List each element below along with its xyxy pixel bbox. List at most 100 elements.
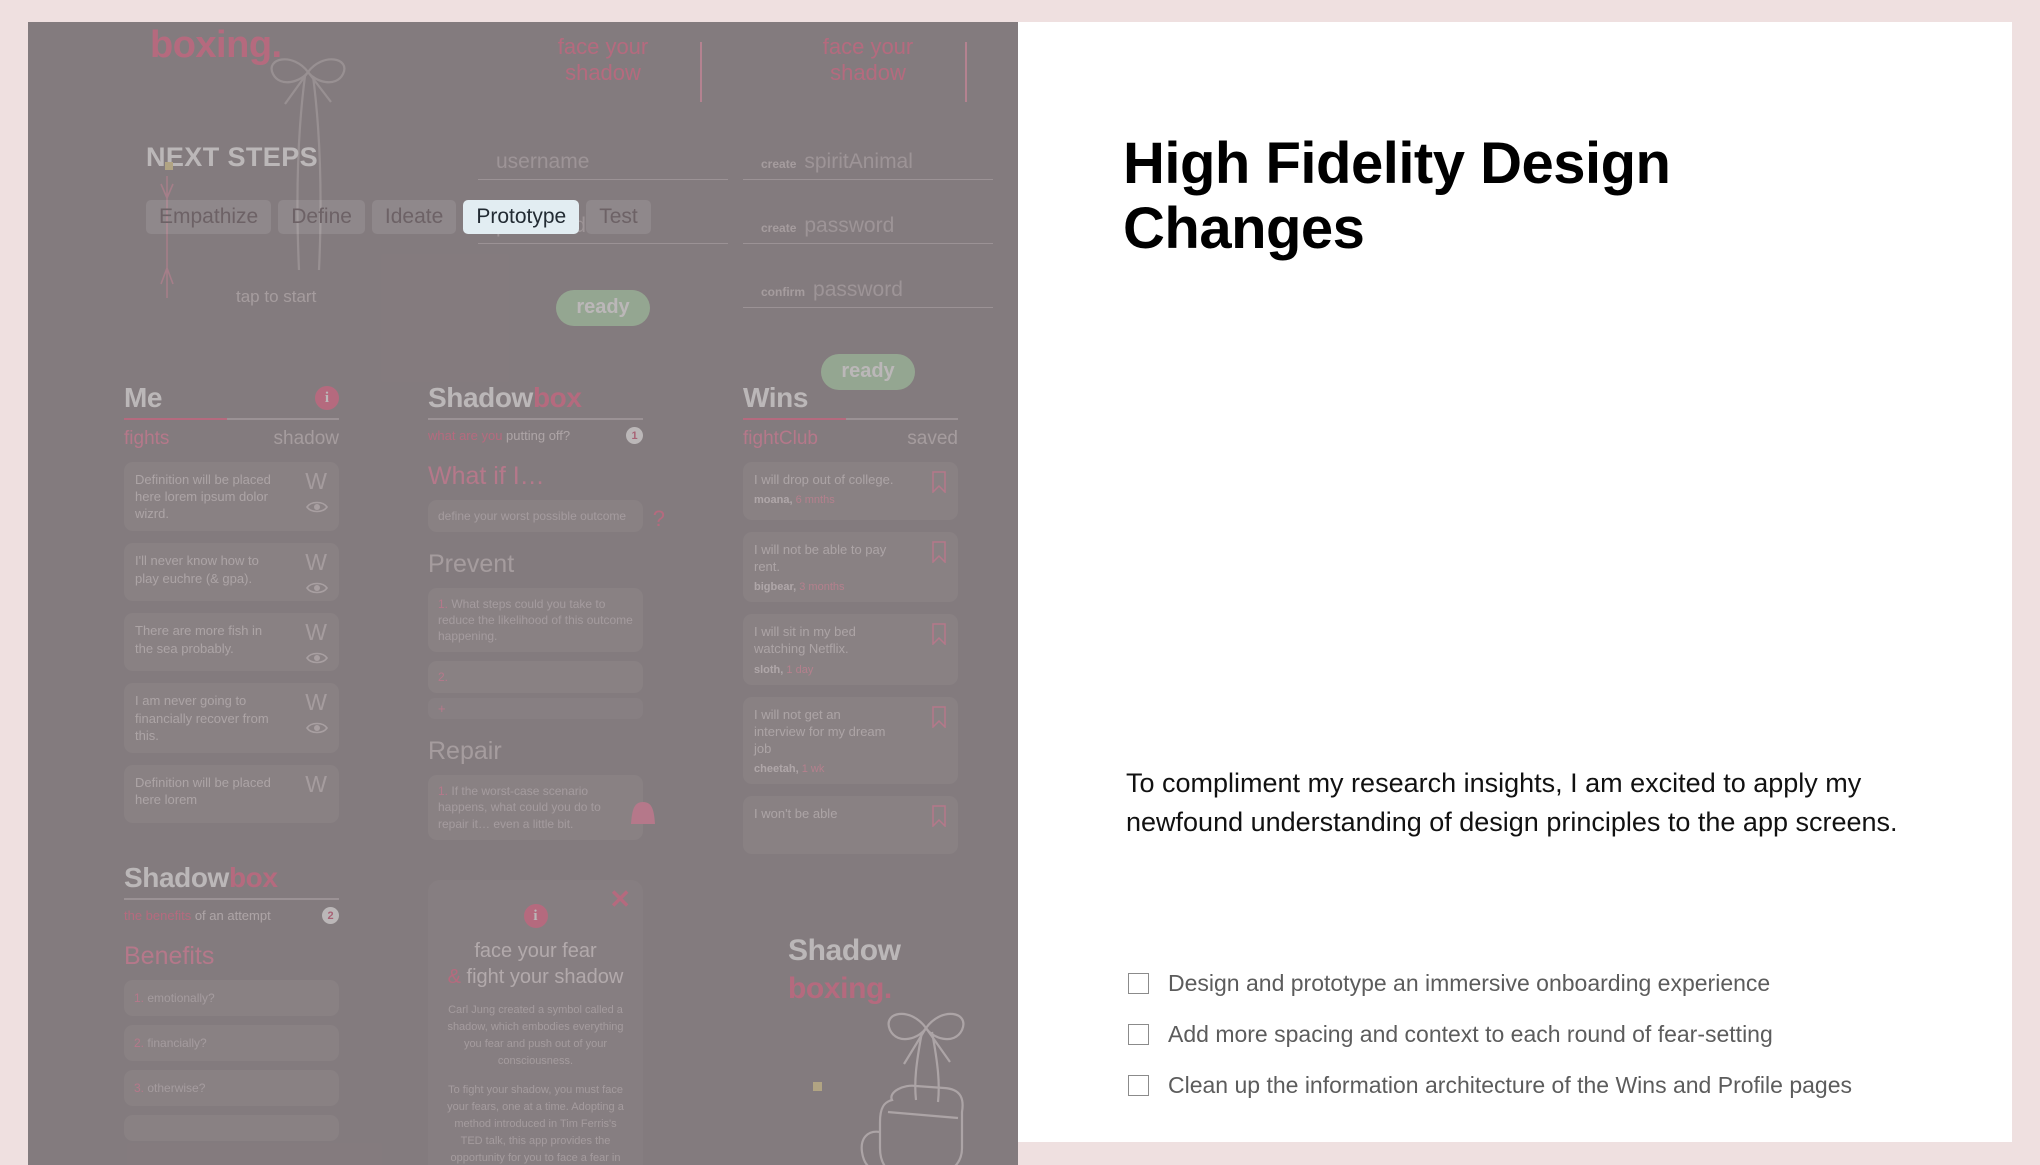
checkbox[interactable] (1128, 973, 1149, 994)
heading-shadow: Shadow (428, 382, 533, 413)
design-process-tabs[interactable]: Empathize Define Ideate Prototype Test (146, 200, 651, 234)
card-author: bigbear, (754, 581, 797, 594)
yellow-marker (813, 1082, 822, 1091)
item-text: financially? (147, 1036, 207, 1051)
card-time: 6 mnths (795, 494, 835, 507)
win-card[interactable]: I will not be able to pay rent. bigbear,… (743, 532, 958, 603)
info-icon[interactable]: i (315, 386, 339, 410)
heading-box: box (532, 382, 582, 413)
win-card[interactable]: I won't be able (743, 796, 958, 855)
card-text: I won't be able (754, 806, 838, 822)
wins-tabs[interactable]: fightClub saved (743, 428, 958, 450)
heading-shadow: Shadow (124, 862, 229, 893)
card-text: I will not be able to pay rent. (754, 542, 887, 575)
profile-card[interactable]: Definition will be placed here lorem W (124, 764, 339, 823)
bookmark-icon[interactable] (931, 705, 947, 728)
tab-ideate[interactable]: Ideate (371, 200, 457, 234)
subtitle-accent: what are you (428, 428, 503, 443)
profile-card[interactable]: There are more fish in the sea probably.… (124, 613, 339, 672)
profile-tabs[interactable]: fights shadow (124, 428, 339, 450)
item-number: 1. (438, 597, 449, 612)
modal-title-amp: & (447, 966, 461, 988)
spirit-animal-field[interactable]: create spiritAnimal (743, 150, 993, 180)
shadowbox-subtitle: what are you putting off? (428, 428, 570, 443)
subtitle-accent: the benefits (124, 908, 192, 923)
add-item-button[interactable]: + (428, 698, 643, 720)
signup-screen: face your shadow create spiritAnimal cre… (743, 34, 993, 390)
content-panel: High Fidelity Design Changes To complime… (1018, 22, 2012, 1142)
login-screen: face your shadow username password ready (478, 34, 728, 326)
checklist: Design and prototype an immersive onboar… (1128, 970, 1948, 1123)
bell-icon[interactable] (626, 800, 660, 830)
tab-prototype[interactable]: Prototype (463, 200, 580, 234)
checklist-item[interactable]: Add more spacing and context to each rou… (1128, 1021, 1948, 1048)
divider (124, 898, 339, 900)
info-icon: i (523, 904, 548, 928)
benefit-item[interactable]: 2. financially? (124, 1025, 339, 1062)
create-password-field[interactable]: create password (743, 214, 993, 244)
checklist-item[interactable]: Clean up the information architecture of… (1128, 1072, 1948, 1099)
card-text: I will drop out of college. (754, 472, 894, 487)
benefit-item[interactable]: 1. emotionally? (124, 980, 339, 1017)
checkbox[interactable] (1128, 1024, 1149, 1045)
subtitle-rest: putting off? (502, 428, 571, 443)
item-number: 2. (134, 1036, 145, 1051)
tab-define[interactable]: Define (278, 200, 365, 234)
profile-tab-fights[interactable]: fights (124, 428, 169, 450)
card-time: 1 day (786, 663, 814, 676)
help-icon[interactable]: ? (653, 506, 665, 532)
profile-tab-shadow[interactable]: shadow (274, 428, 340, 450)
eye-icon[interactable] (306, 721, 328, 735)
wins-tab-fightclub[interactable]: fightClub (743, 428, 818, 450)
confirm-password-placeholder: password (813, 277, 903, 301)
benefit-item[interactable] (124, 1115, 339, 1142)
profile-card[interactable]: I'll never know how to play euchre (& gp… (124, 543, 339, 602)
login-ready-button[interactable]: ready (556, 289, 650, 326)
wins-screen: Wins fightClub saved I will drop out of … (743, 382, 958, 855)
bookmark-icon[interactable] (931, 623, 947, 646)
boxing-glove-illustration (860, 1012, 965, 1165)
checklist-item[interactable]: Design and prototype an immersive onboar… (1128, 970, 1948, 997)
checklist-item-label: Add more spacing and context to each rou… (1168, 1021, 1773, 1047)
tab-test[interactable]: Test (586, 200, 651, 234)
tab-empathize[interactable]: Empathize (146, 200, 272, 234)
divider (428, 418, 643, 420)
bookmark-icon[interactable] (931, 805, 947, 828)
prevent-item[interactable]: 1. What steps could you take to reduce t… (428, 588, 643, 653)
card-meta: moana, 6 mnths (754, 494, 947, 506)
card-text: Definition will be placed here lorem (135, 774, 271, 808)
profile-card[interactable]: I am never going to financially recover … (124, 683, 339, 753)
checkbox[interactable] (1128, 1075, 1149, 1096)
eye-icon[interactable] (306, 651, 328, 665)
info-modal: ✕ i face your fear & fight your shadow C… (428, 880, 643, 1165)
win-card[interactable]: I will sit in my bed watching Netflix. s… (743, 614, 958, 685)
win-card[interactable]: I will drop out of college. moana, 6 mnt… (743, 462, 958, 520)
confirm-password-field[interactable]: confirm password (743, 278, 993, 308)
prevent-item[interactable]: 2. (428, 661, 643, 694)
repair-item[interactable]: 1. If the worst-case scenario happens, w… (428, 775, 643, 840)
worst-outcome-input[interactable]: define your worst possible outcome (428, 500, 643, 533)
page-title: High Fidelity Design Changes (1123, 131, 1671, 261)
spirit-animal-label: create (761, 156, 797, 171)
username-field[interactable]: username (478, 150, 728, 180)
item-number: 1. (134, 991, 145, 1005)
item-number: 1. (438, 784, 449, 799)
benefit-item[interactable]: 3. otherwise? (124, 1070, 339, 1107)
presentation-slide: boxing. NEXT STEPS tap to start Empathiz… (0, 0, 2040, 1165)
item-number: 2. (438, 670, 449, 685)
wins-tab-saved[interactable]: saved (907, 428, 958, 450)
card-author: sloth, (754, 663, 784, 676)
title-accent-bar (700, 42, 702, 102)
bookmark-icon[interactable] (931, 471, 947, 493)
card-text: Definition will be placed here lorem ips… (135, 472, 271, 522)
eye-icon[interactable] (306, 500, 328, 514)
win-card[interactable]: I will not get an interview for my dream… (743, 696, 958, 785)
subtitle-rest: of an attempt (191, 908, 271, 923)
eye-icon[interactable] (306, 581, 328, 595)
bookmark-icon[interactable] (931, 541, 947, 563)
profile-card[interactable]: Definition will be placed here lorem ips… (124, 462, 339, 532)
profile-screen: Me i fights shadow Definition will be pl… (124, 382, 339, 823)
w-badge: W (305, 689, 327, 716)
prototype-screenshot-panel: boxing. NEXT STEPS tap to start Empathiz… (28, 22, 1018, 1165)
close-icon[interactable]: ✕ (609, 884, 631, 915)
